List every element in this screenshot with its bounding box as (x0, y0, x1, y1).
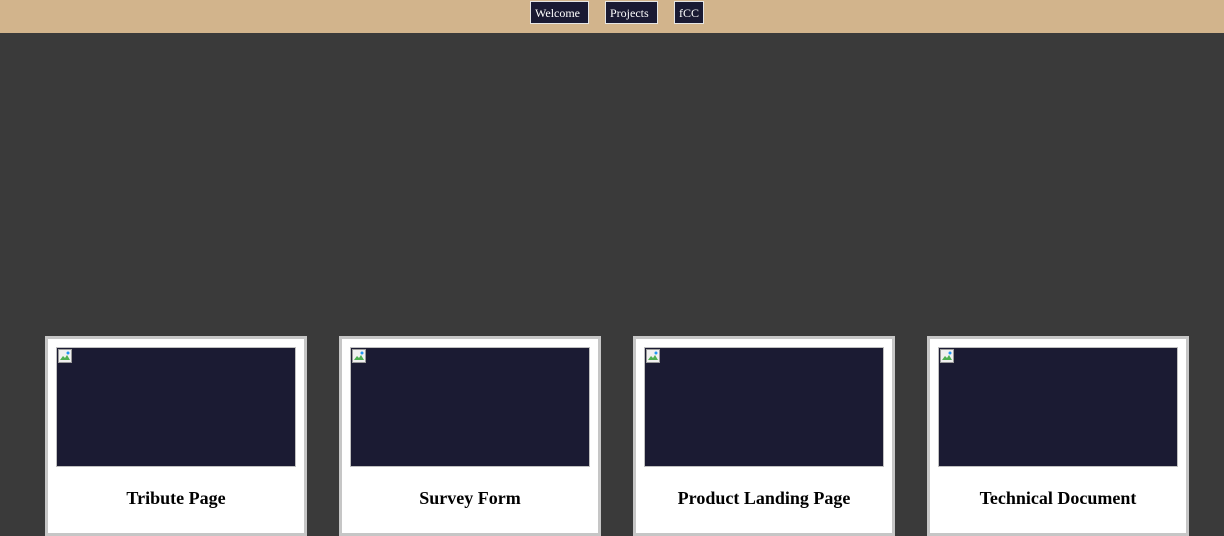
project-image[interactable] (56, 347, 296, 467)
project-title: Tribute Page (126, 488, 226, 508)
project-image[interactable] (644, 347, 884, 467)
broken-image-icon (940, 349, 954, 363)
project-card-technical-document[interactable]: Technical Document (927, 336, 1189, 536)
nav-link-projects[interactable]: Projects (605, 1, 658, 24)
broken-image-icon (58, 349, 72, 363)
broken-image-icon (352, 349, 366, 363)
project-title: Technical Document (979, 488, 1137, 508)
project-image[interactable] (350, 347, 590, 467)
nav-link-fcc[interactable]: fCC (674, 1, 704, 24)
welcome-section (0, 33, 1224, 333)
broken-image-icon (646, 349, 660, 363)
nav-link-welcome[interactable]: Welcome (530, 1, 589, 24)
project-image[interactable] (938, 347, 1178, 467)
project-title: Survey Form (419, 488, 521, 508)
project-card-product-landing-page[interactable]: Product Landing Page (633, 336, 895, 536)
project-title: Product Landing Page (677, 488, 851, 508)
project-card-tribute-page[interactable]: Tribute Page (45, 336, 307, 536)
project-card-survey-form[interactable]: Survey Form (339, 336, 601, 536)
navbar: Welcome Projects fCC (0, 0, 1224, 33)
